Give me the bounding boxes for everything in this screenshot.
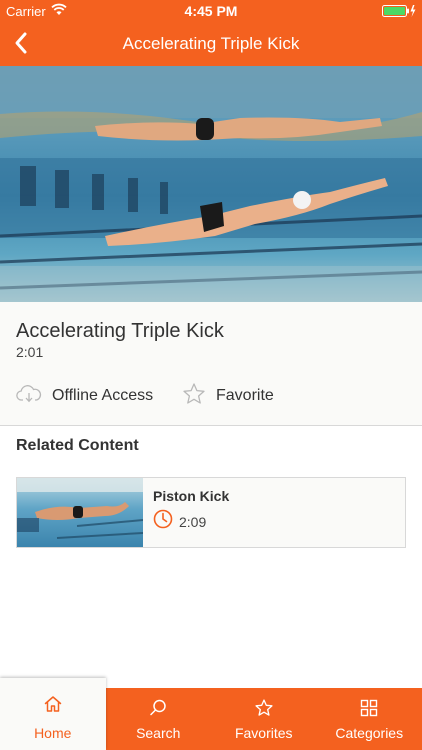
star-outline-icon <box>182 382 206 411</box>
underwater-swimmers-image <box>0 66 422 302</box>
video-thumbnail[interactable] <box>0 66 422 302</box>
tab-bar: Home Search Favorites Categories <box>0 678 422 750</box>
battery-charging-icon <box>382 5 416 20</box>
related-item-duration-row: 2:09 <box>153 509 206 534</box>
tab-favorites-label: Favorites <box>234 725 293 741</box>
navigation-bar: Accelerating Triple Kick <box>0 22 422 66</box>
offline-access-label: Offline Access <box>52 387 154 404</box>
related-item-duration: 2:09 <box>179 513 207 530</box>
tab-categories-label: Categories <box>335 725 404 741</box>
tab-favorites[interactable]: Favorites <box>211 688 317 750</box>
related-item-card[interactable]: Piston Kick 2:09 <box>16 477 406 548</box>
status-time: 4:45 PM <box>184 3 238 19</box>
chevron-left-icon <box>8 32 38 62</box>
offline-access-button[interactable]: Offline Access <box>16 382 153 410</box>
tab-search[interactable]: Search <box>106 688 212 750</box>
tab-search-label: Search <box>136 725 181 741</box>
video-info-panel: Accelerating Triple Kick 2:01 Offline Ac… <box>0 302 422 426</box>
tab-home-label: Home <box>34 725 72 741</box>
tab-home[interactable]: Home <box>0 678 106 750</box>
related-item-title: Piston Kick <box>153 488 230 504</box>
related-content-heading: Related Content <box>16 437 139 454</box>
video-title: Accelerating Triple Kick <box>16 320 224 342</box>
back-button[interactable] <box>8 28 38 58</box>
favorite-button[interactable]: Favorite <box>182 382 274 410</box>
cloud-download-icon <box>16 384 42 409</box>
favorite-label: Favorite <box>216 387 274 404</box>
nav-title: Accelerating Triple Kick <box>122 34 300 53</box>
tab-categories[interactable]: Categories <box>317 688 422 750</box>
star-outline-icon <box>254 698 274 723</box>
video-duration: 2:01 <box>16 344 44 360</box>
status-bar: Carrier 4:45 PM <box>0 0 422 22</box>
home-icon <box>43 694 63 719</box>
related-item-thumbnail <box>17 478 143 547</box>
clock-icon <box>153 509 173 534</box>
app-header: Carrier 4:45 PM Accelerating Triple Kick <box>0 0 422 66</box>
grid-icon <box>359 698 379 723</box>
search-icon <box>148 698 168 723</box>
underwater-swimmer-image <box>17 478 143 539</box>
